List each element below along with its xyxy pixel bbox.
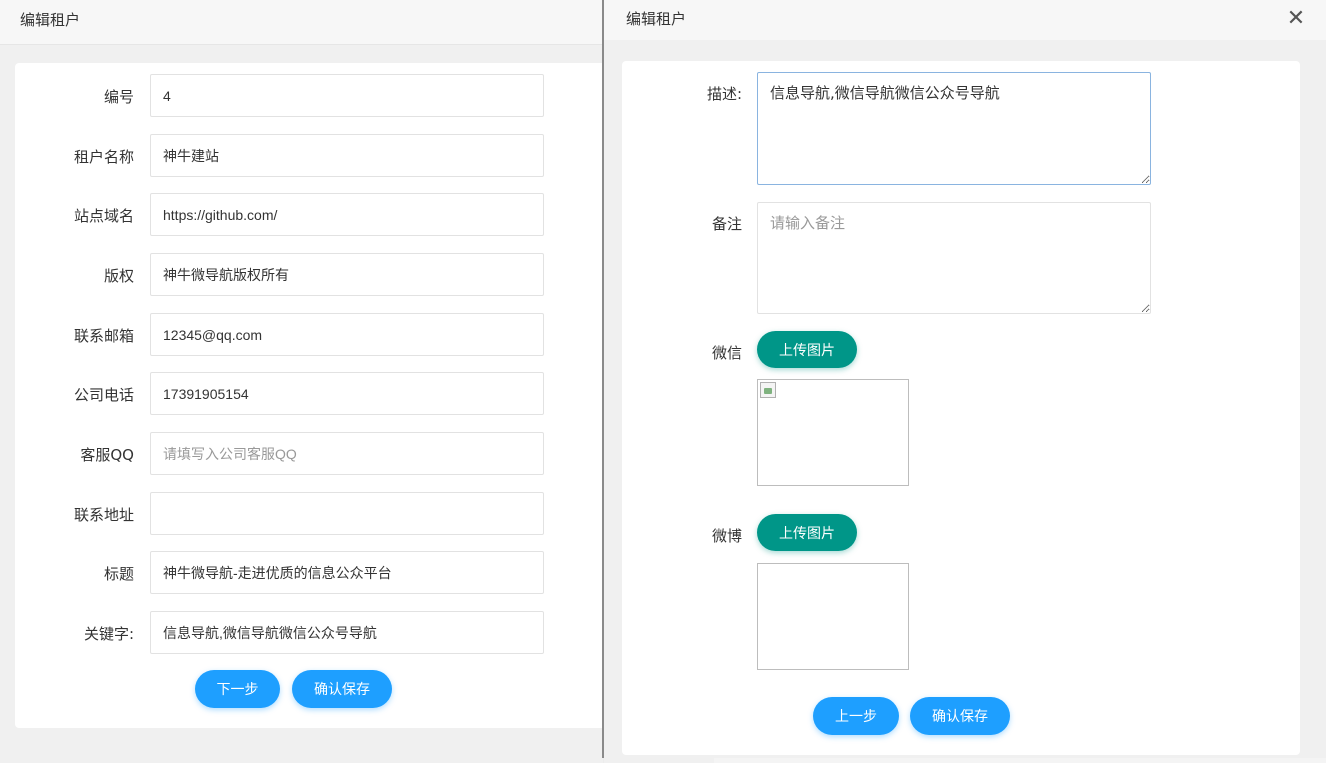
phone-input[interactable] [150, 372, 544, 415]
description-label: 描述: [706, 85, 742, 103]
field-email: 联系邮箱 [15, 313, 575, 356]
field-label: 联系邮箱 [73, 327, 134, 345]
field-label: 租户名称 [73, 148, 134, 166]
upload-weibo-button[interactable]: 上传图片 [757, 514, 857, 551]
copyright-input[interactable] [150, 253, 544, 296]
title-input[interactable] [150, 551, 544, 594]
dialog-title: 编辑租户 [0, 0, 603, 45]
form-card: 描述: 信息导航,微信导航微信公众号导航 备注 微信 上传图片 微博 上传图片 … [622, 61, 1300, 755]
description-textarea[interactable]: 信息导航,微信导航微信公众号导航 [757, 72, 1151, 185]
field-address: 联系地址 [15, 492, 575, 535]
form-card: 编号 租户名称 站点域名 版权 联系邮箱 公司电话 客服QQ 联系地址 [15, 63, 615, 728]
dialog-title: 编辑租户 [626, 10, 687, 28]
weibo-label: 微博 [711, 527, 742, 545]
field-label: 版权 [103, 267, 134, 285]
field-label: 关键字: [83, 625, 134, 643]
upload-wechat-button[interactable]: 上传图片 [757, 331, 857, 368]
field-label: 公司电话 [73, 386, 134, 404]
field-domain: 站点域名 [15, 193, 575, 236]
wechat-label: 微信 [711, 344, 742, 362]
confirm-save-button[interactable]: 确认保存 [910, 697, 1010, 735]
close-icon[interactable]: ✕ [1286, 8, 1306, 30]
next-step-button[interactable]: 下一步 [195, 670, 280, 708]
domain-input[interactable] [150, 193, 544, 236]
tenant-name-input[interactable] [150, 134, 544, 177]
field-label: 站点域名 [73, 207, 134, 225]
edit-tenant-dialog-step2: 编辑租户 ✕ 描述: 信息导航,微信导航微信公众号导航 备注 微信 上传图片 微… [604, 0, 1326, 763]
address-input[interactable] [150, 492, 544, 535]
prev-step-button[interactable]: 上一步 [813, 697, 899, 735]
edit-tenant-dialog-step1: 编辑租户 编号 租户名称 站点域名 版权 联系邮箱 公司电话 客服QQ [0, 0, 615, 763]
dialog-titlebar: 编辑租户 ✕ [604, 0, 1326, 40]
broken-image-icon [760, 382, 776, 398]
remark-textarea[interactable] [757, 202, 1151, 314]
field-label: 联系地址 [73, 506, 134, 524]
field-label: 客服QQ [80, 446, 134, 464]
keywords-input[interactable] [150, 611, 544, 654]
field-qq: 客服QQ [15, 432, 575, 475]
field-phone: 公司电话 [15, 372, 575, 415]
remark-label: 备注 [711, 215, 742, 233]
field-tenant-name: 租户名称 [15, 134, 575, 177]
confirm-save-button[interactable]: 确认保存 [292, 670, 392, 708]
id-input[interactable] [150, 74, 544, 117]
field-title: 标题 [15, 551, 575, 594]
field-copyright: 版权 [15, 253, 575, 296]
qq-input[interactable] [150, 432, 544, 475]
field-label: 标题 [103, 565, 134, 583]
wechat-image-preview [757, 379, 909, 486]
field-label: 编号 [103, 88, 134, 106]
field-id: 编号 [15, 74, 575, 117]
email-input[interactable] [150, 313, 544, 356]
field-keywords: 关键字: [15, 611, 575, 654]
weibo-image-preview [757, 563, 909, 670]
